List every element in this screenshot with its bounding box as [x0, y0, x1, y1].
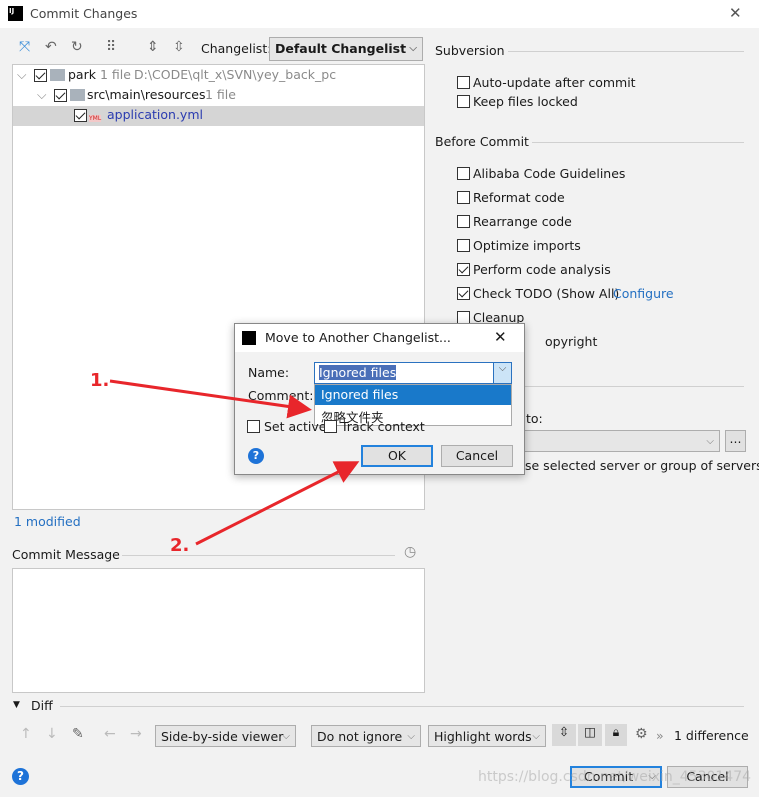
step-1-label: 1. [90, 370, 110, 391]
arrow-1 [109, 379, 312, 419]
annotation-arrows [109, 379, 360, 546]
arrow-2 [195, 461, 360, 546]
step-2-label: 2. [170, 535, 190, 556]
